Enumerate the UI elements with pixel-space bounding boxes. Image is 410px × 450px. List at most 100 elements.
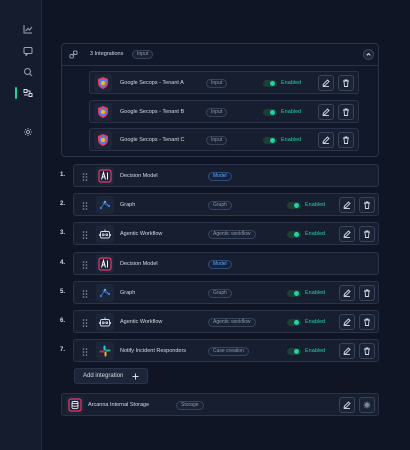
step-number: 1.: [60, 172, 66, 178]
group-title: 3 Integrations: [90, 51, 124, 57]
edit-button[interactable]: [339, 314, 355, 330]
robot-logo: [96, 225, 114, 243]
chat-icon[interactable]: [23, 46, 33, 56]
graph-logo: [96, 196, 114, 214]
step-card-decision-model[interactable]: Decision Model Model: [73, 252, 379, 275]
delete-button[interactable]: [338, 104, 354, 120]
drag-handle-icon[interactable]: [82, 202, 88, 210]
add-integration-button[interactable]: Add integration: [74, 368, 148, 384]
integration-name: Google Secops - Tenant B: [120, 109, 185, 115]
step-badge: Agentic workflow: [208, 230, 256, 239]
step-card-decision-model[interactable]: Decision Model Model: [73, 164, 379, 187]
delete-button[interactable]: [359, 343, 375, 359]
edit-button[interactable]: [339, 197, 355, 213]
database-logo: [66, 396, 84, 414]
step-card-agentic-workflow[interactable]: Agentic Workflow Agentic workflow Enable…: [73, 310, 379, 333]
collapse-button[interactable]: [363, 49, 374, 60]
drag-handle-icon[interactable]: [82, 173, 88, 181]
integration-name: Google Secops - Tenant A: [120, 80, 184, 86]
integration-card-tenant-c[interactable]: Google Secops - Tenant C Input Enabled: [89, 128, 359, 151]
integration-card-tenant-a[interactable]: Google Secops - Tenant A Input Enabled: [89, 71, 359, 94]
graph-logo: [96, 284, 114, 302]
workflow-icon[interactable]: [23, 88, 33, 98]
step-number: 7.: [60, 347, 66, 353]
edit-button[interactable]: [318, 104, 334, 120]
delete-button[interactable]: [338, 132, 354, 148]
enabled-label: Enabled: [305, 202, 326, 208]
sidebar-active-indicator: [15, 87, 17, 99]
google-secops-logo: [94, 131, 112, 149]
drag-handle-icon[interactable]: [82, 348, 88, 356]
integrations-group: 3 Integrations Input Google Secops - Ten…: [61, 43, 379, 157]
enabled-label: Enabled: [305, 290, 326, 296]
group-badge: Input: [132, 50, 154, 59]
step-badge: Model: [208, 260, 232, 269]
drag-handle-icon[interactable]: [82, 290, 88, 298]
enabled-toggle[interactable]: [263, 80, 277, 87]
enabled-toggle[interactable]: [287, 202, 301, 209]
enabled-toggle[interactable]: [263, 137, 277, 144]
pipeline-canvas: 3 Integrations Input Google Secops - Ten…: [42, 0, 410, 450]
drag-handle-icon[interactable]: [82, 319, 88, 327]
search-icon[interactable]: [23, 67, 33, 77]
plus-icon: [132, 373, 139, 380]
storage-card[interactable]: Arcanna Internal Storage Storage: [61, 393, 379, 416]
link-icon: [69, 50, 78, 59]
step-name: Agentic Workflow: [120, 231, 163, 237]
gear-icon[interactable]: [23, 127, 33, 137]
step-number: 4.: [60, 260, 66, 266]
enabled-toggle[interactable]: [287, 348, 301, 355]
enabled-toggle[interactable]: [287, 319, 301, 326]
edit-button[interactable]: [339, 343, 355, 359]
group-header[interactable]: 3 Integrations Input: [62, 44, 378, 66]
edit-button[interactable]: [339, 226, 355, 242]
storage-badge: Storage: [176, 401, 204, 410]
step-card-agentic-workflow[interactable]: Agentic Workflow Agentic workflow Enable…: [73, 222, 379, 245]
delete-button[interactable]: [359, 314, 375, 330]
edit-button[interactable]: [318, 75, 334, 91]
robot-logo: [96, 313, 114, 331]
enabled-label: Enabled: [305, 231, 326, 237]
integration-name: Google Secops - Tenant C: [120, 137, 185, 143]
enabled-label: Enabled: [305, 319, 326, 325]
step-number: 6.: [60, 318, 66, 324]
settings-button[interactable]: [359, 397, 375, 413]
delete-button[interactable]: [359, 226, 375, 242]
step-badge: Case creation: [208, 347, 249, 356]
step-name: Notify Incident Responders: [120, 348, 187, 354]
step-number: 3.: [60, 230, 66, 236]
enabled-toggle[interactable]: [263, 109, 277, 116]
step-badge: Graph: [208, 289, 232, 298]
delete-button[interactable]: [338, 75, 354, 91]
chart-line-icon[interactable]: [23, 24, 33, 34]
step-name: Graph: [120, 290, 136, 296]
step-number: 2.: [60, 201, 66, 207]
drag-handle-icon[interactable]: [82, 261, 88, 269]
integration-badge: Input: [206, 108, 228, 117]
step-name: Decision Model: [120, 261, 158, 267]
delete-button[interactable]: [359, 197, 375, 213]
step-badge: Model: [208, 172, 232, 181]
enabled-label: Enabled: [305, 348, 326, 354]
ai-logo: [96, 167, 114, 185]
ai-logo: [96, 255, 114, 273]
edit-button[interactable]: [339, 285, 355, 301]
enabled-toggle[interactable]: [287, 231, 301, 238]
step-name: Decision Model: [120, 173, 158, 179]
integration-card-tenant-b[interactable]: Google Secops - Tenant B Input Enabled: [89, 100, 359, 123]
step-number: 5.: [60, 289, 66, 295]
step-card-graph[interactable]: Graph Graph Enabled: [73, 193, 379, 216]
enabled-toggle[interactable]: [287, 290, 301, 297]
step-card-notify-incident-responders[interactable]: Notify Incident Responders Case creation…: [73, 339, 379, 362]
storage-name: Arcanna Internal Storage: [88, 402, 150, 408]
step-name: Agentic Workflow: [120, 319, 163, 325]
add-integration-label: Add integration: [83, 373, 124, 379]
step-card-graph[interactable]: Graph Graph Enabled: [73, 281, 379, 304]
edit-button[interactable]: [318, 132, 334, 148]
google-secops-logo: [94, 74, 112, 92]
delete-button[interactable]: [359, 285, 375, 301]
enabled-label: Enabled: [281, 80, 302, 86]
enabled-label: Enabled: [281, 109, 302, 115]
drag-handle-icon[interactable]: [82, 231, 88, 239]
edit-button[interactable]: [339, 397, 355, 413]
